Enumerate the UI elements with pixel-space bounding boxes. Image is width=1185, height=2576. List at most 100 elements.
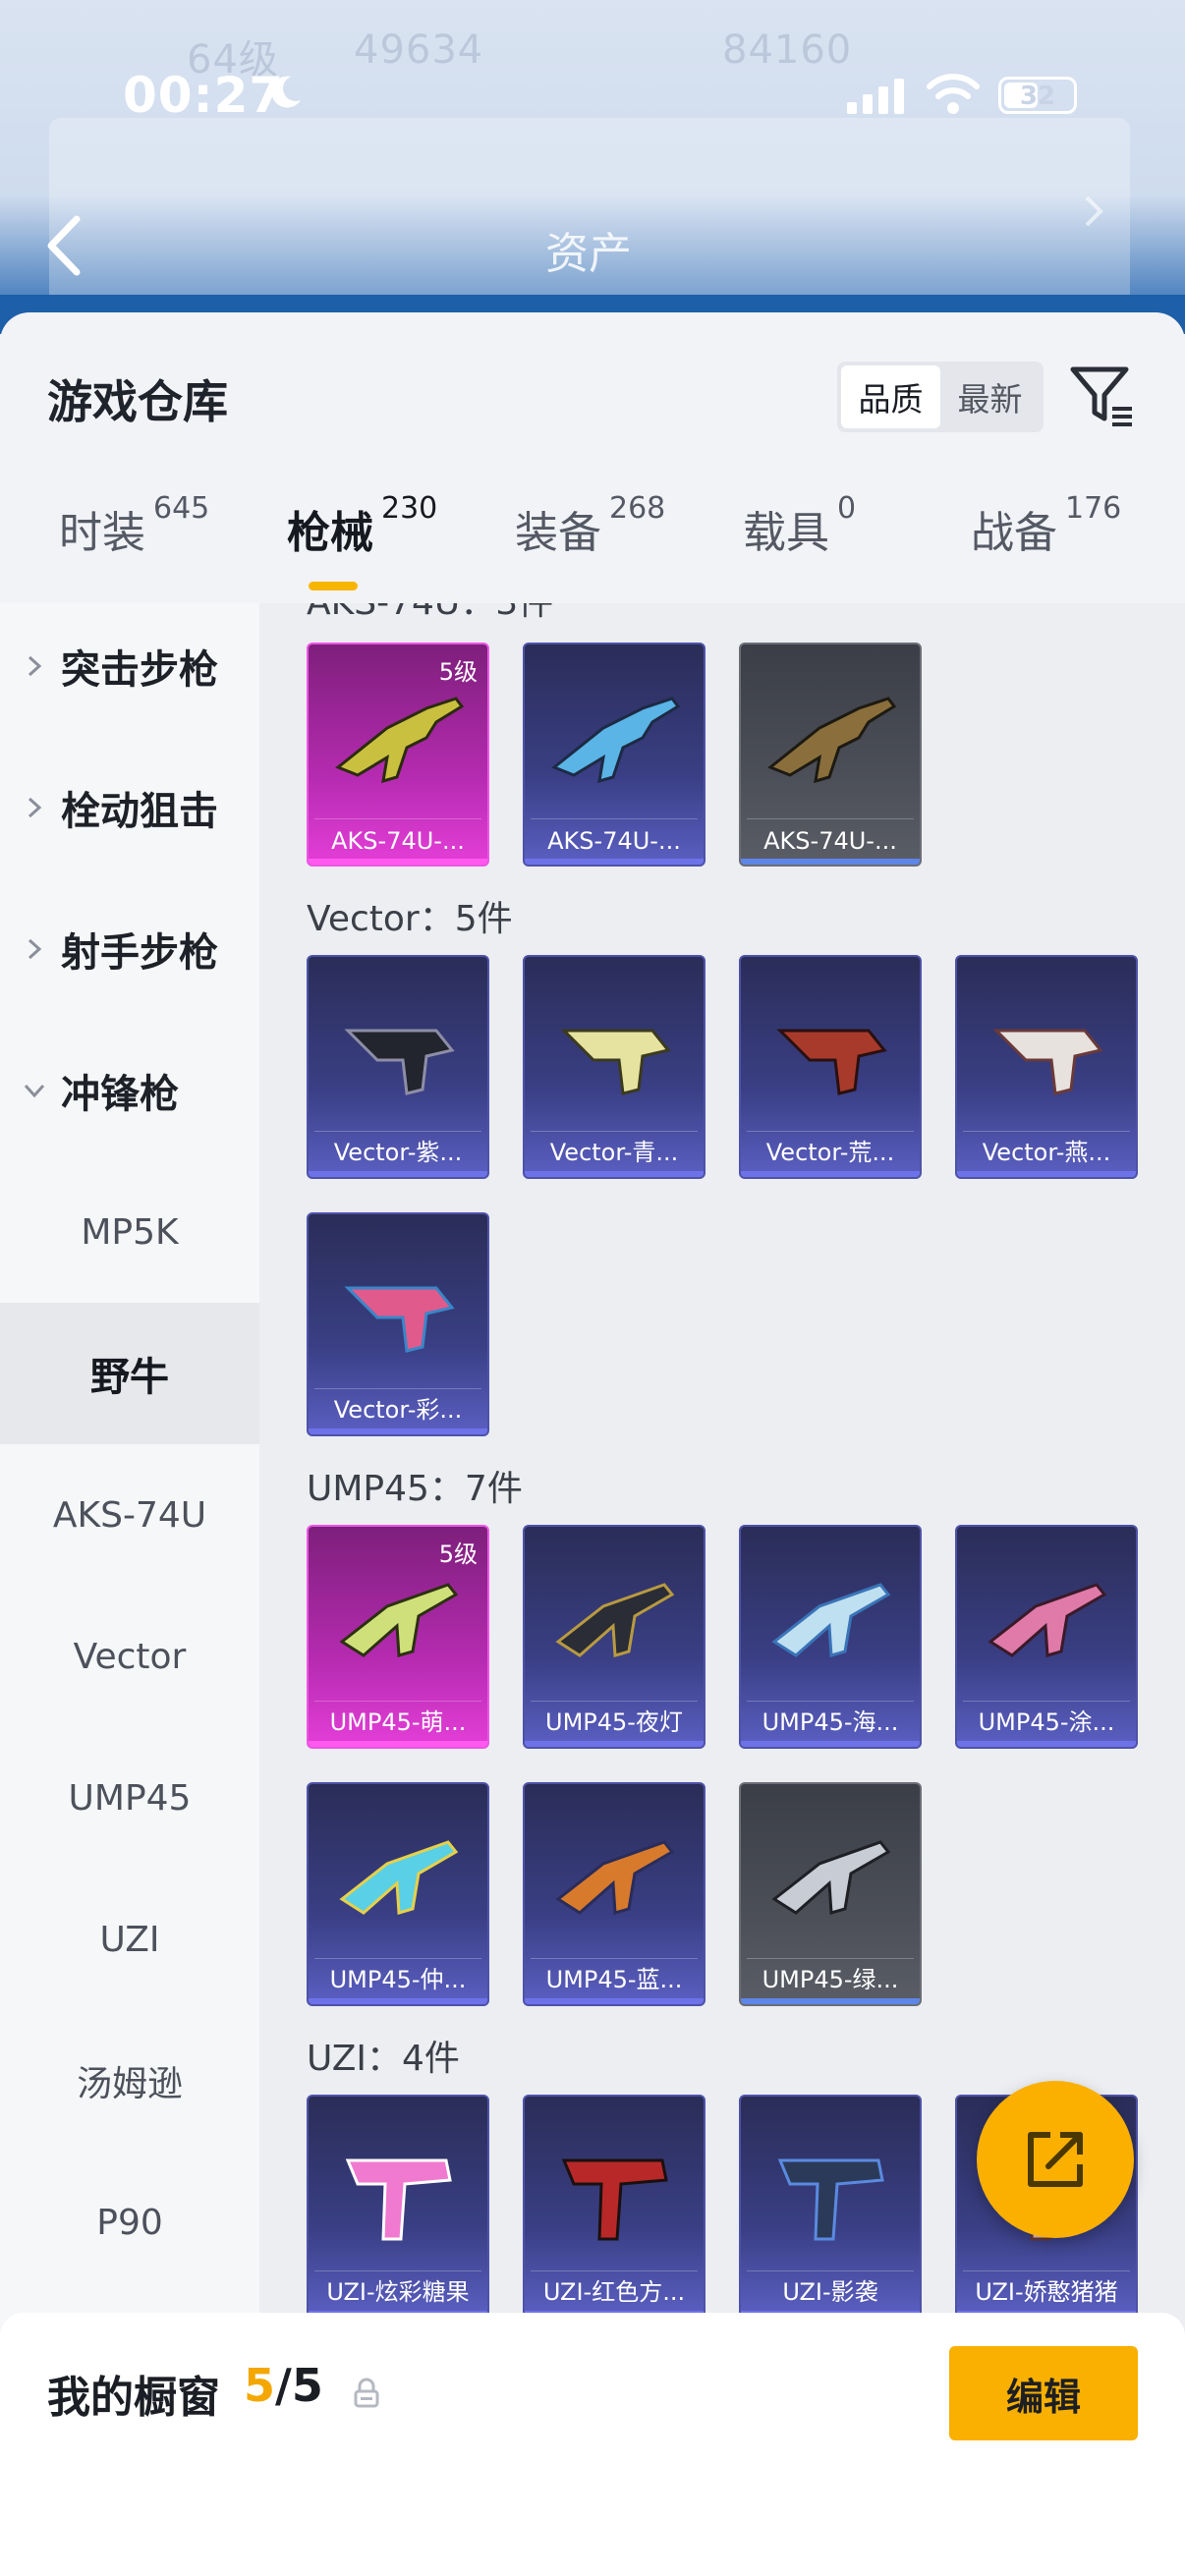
tab-fashion[interactable]: 时装 645 xyxy=(59,491,209,560)
sidebar-item-uzi[interactable]: UZI xyxy=(0,1869,259,2010)
showcase-label: 我的橱窗 xyxy=(47,2373,220,2423)
tab-equipment[interactable]: 装备 268 xyxy=(515,491,665,560)
gun-icon xyxy=(555,1583,675,1657)
weapon-card[interactable]: UMP45-绿... xyxy=(739,1782,922,2006)
card-name: UMP45-萌... xyxy=(329,1708,467,1736)
card-name: Vector-紫... xyxy=(333,1139,463,1166)
tab-label: 枪械 xyxy=(287,508,373,558)
weapon-card[interactable]: UMP45-夜灯 xyxy=(523,1525,705,1749)
tab-tactical[interactable]: 战备 176 xyxy=(971,491,1121,560)
weapon-card[interactable]: UMP45-涂... xyxy=(955,1525,1138,1749)
share-icon xyxy=(1028,2132,1083,2187)
ghost-score: 49634 xyxy=(354,28,484,73)
card-name: AKS-74U-... xyxy=(763,827,897,855)
weapon-card[interactable]: Vector-青... xyxy=(523,955,705,1179)
tab-label: 装备 xyxy=(515,508,601,558)
weapon-card[interactable]: UMP45-海... xyxy=(739,1525,922,1749)
weapon-card[interactable]: AKS-74U-... xyxy=(523,643,705,867)
sidebar-item-aks74u[interactable]: AKS-74U xyxy=(0,1444,259,1586)
gun-icon xyxy=(767,697,897,784)
sheet-title: 游戏仓库 xyxy=(47,375,228,428)
sidebar-cat-assault-rifle[interactable]: 突击步枪 xyxy=(0,595,259,737)
chevron-down-icon xyxy=(24,1084,45,1098)
sidebar-cat-label: 突击步枪 xyxy=(61,647,218,693)
sidebar-cat-bolt-sniper[interactable]: 栓动狙击 xyxy=(0,737,259,878)
weapon-card[interactable]: AKS-74U-... xyxy=(739,643,922,867)
category-tabs: 时装 645 枪械 230 装备 268 载具 0 战备 176 xyxy=(0,491,1185,595)
sidebar-item-p90[interactable]: P90 xyxy=(0,2152,259,2293)
weapon-card[interactable]: UZI-红色方... xyxy=(523,2095,705,2319)
gun-icon xyxy=(771,1583,891,1657)
sort-quality-button[interactable]: 品质 xyxy=(841,365,940,428)
sidebar-cat-smg[interactable]: 冲锋枪 xyxy=(0,1020,259,1161)
weapon-card[interactable]: Vector-荒... xyxy=(739,955,922,1179)
card-name: UZI-娇憨猪猪 xyxy=(975,2278,1118,2306)
signal-icon xyxy=(847,79,904,114)
gun-icon xyxy=(344,1029,455,1095)
tab-count: 230 xyxy=(381,491,438,526)
weapon-card[interactable]: UMP45-仲... xyxy=(307,1782,489,2006)
lock-icon xyxy=(354,2378,379,2408)
tab-count: 645 xyxy=(153,491,210,526)
gun-icon xyxy=(777,2158,884,2241)
card-name: UMP45-仲... xyxy=(329,1966,467,1993)
sidebar-item-bizon[interactable]: 野牛 xyxy=(0,1303,259,1444)
section-title-aks74u: AKS-74U：3件 xyxy=(307,603,553,625)
card-name: AKS-74U-... xyxy=(547,827,681,855)
gun-icon xyxy=(988,1583,1107,1657)
weapon-grid: AKS-74U：3件 5级 AKS-74U-... AKS-74U-... AK… xyxy=(259,603,1185,2576)
weapon-card[interactable]: UZI-影袭 xyxy=(739,2095,922,2319)
tab-label: 时装 xyxy=(59,508,145,558)
gun-icon xyxy=(555,1840,675,1915)
gun-icon xyxy=(560,1029,671,1095)
sidebar-cat-label: 射手步枪 xyxy=(61,930,218,976)
sidebar-item-thompson[interactable]: 汤姆逊 xyxy=(0,2010,259,2152)
weapon-card[interactable]: UZI-炫彩糖果 xyxy=(307,2095,489,2319)
wifi-icon xyxy=(927,74,980,114)
card-name: UMP45-涂... xyxy=(978,1708,1115,1736)
gun-icon xyxy=(344,1286,455,1353)
gun-icon xyxy=(992,1029,1103,1095)
filter-icon[interactable] xyxy=(1069,364,1136,428)
gun-icon xyxy=(776,1029,887,1095)
weapon-card[interactable]: 5级 AKS-74U-... xyxy=(307,643,489,867)
weapon-card[interactable]: UMP45-蓝... xyxy=(523,1782,705,2006)
battery-indicator: 32 xyxy=(998,77,1077,114)
active-tab-indicator xyxy=(309,582,358,590)
showcase-current: 5 xyxy=(244,2359,276,2412)
tab-count: 0 xyxy=(837,491,857,526)
sort-latest-button[interactable]: 最新 xyxy=(940,365,1040,428)
sidebar-item-vector[interactable]: Vector xyxy=(0,1586,259,1727)
gun-icon xyxy=(335,697,465,784)
weapon-card[interactable]: 5级 UMP45-萌... xyxy=(307,1525,489,1749)
weapon-card[interactable]: Vector-燕... xyxy=(955,955,1138,1179)
card-name: UMP45-绿... xyxy=(762,1966,899,1993)
chevron-right-icon xyxy=(28,655,42,677)
edit-button[interactable]: 编辑 xyxy=(949,2346,1138,2440)
weapon-card[interactable]: Vector-紫... xyxy=(307,955,489,1179)
back-icon[interactable] xyxy=(39,211,88,280)
gun-icon xyxy=(339,1583,459,1657)
sidebar-item-mp5k[interactable]: MP5K xyxy=(0,1161,259,1303)
card-name: UMP45-海... xyxy=(762,1708,899,1736)
card-name: Vector-燕... xyxy=(982,1139,1111,1166)
sort-toggle: 品质 最新 xyxy=(837,362,1044,432)
tab-count: 176 xyxy=(1065,491,1122,526)
share-button[interactable] xyxy=(977,2081,1134,2238)
section-title-ump45: UMP45：7件 xyxy=(307,1469,523,1509)
card-name: Vector-荒... xyxy=(765,1139,895,1166)
moon-icon xyxy=(271,76,301,108)
sidebar-item-ump45[interactable]: UMP45 xyxy=(0,1727,259,1869)
gun-icon xyxy=(551,697,681,784)
gun-icon xyxy=(771,1840,891,1915)
showcase-total: /5 xyxy=(275,2359,323,2412)
section-title-uzi: UZI：4件 xyxy=(307,2039,460,2079)
sidebar-cat-marksman[interactable]: 射手步枪 xyxy=(0,878,259,1020)
card-name: Vector-青... xyxy=(549,1139,679,1166)
tab-vehicles[interactable]: 载具 0 xyxy=(743,491,856,560)
card-name: UMP45-夜灯 xyxy=(545,1708,683,1736)
weapon-card[interactable]: Vector-彩... xyxy=(307,1212,489,1436)
ghost-score-2: 84160 xyxy=(722,28,853,73)
tab-firearms[interactable]: 枪械 230 xyxy=(287,491,437,560)
tab-label: 载具 xyxy=(743,508,829,558)
